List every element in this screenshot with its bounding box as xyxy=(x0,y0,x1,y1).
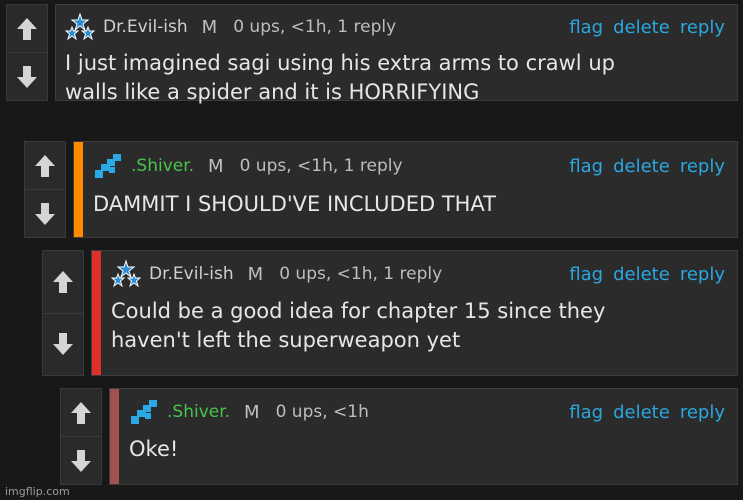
delete-link[interactable]: delete xyxy=(613,402,670,423)
vote-box xyxy=(60,388,102,485)
downvote-button[interactable] xyxy=(25,190,65,237)
comment-card: .Shiver. M 0 ups, <1h, 1 reply flag dele… xyxy=(73,141,738,238)
comment-content: .Shiver. M 0 ups, <1h flag delete reply … xyxy=(119,389,737,484)
arrow-up-icon xyxy=(35,154,55,177)
comment-text: Oke! xyxy=(129,435,725,464)
arrow-up-icon xyxy=(53,270,73,293)
delete-link[interactable]: delete xyxy=(613,17,670,38)
avatar-stars-icon xyxy=(111,259,141,288)
user-rank: M xyxy=(244,401,260,423)
comment-text-line: DAMMIT I SHOULD'VE INCLUDED THAT xyxy=(93,192,496,216)
flag-link[interactable]: flag xyxy=(569,264,603,285)
comment-text: I just imagined sagi using his extra arm… xyxy=(65,49,725,107)
comment-3: Dr.Evil-ish M 0 ups, <1h, 1 reply flag d… xyxy=(42,250,738,376)
comment-meta: Dr.Evil-ish M 0 ups, <1h, 1 reply flag d… xyxy=(65,5,725,49)
comment-card: Dr.Evil-ish M 0 ups, <1h, 1 reply flag d… xyxy=(55,4,738,104)
upvote-button[interactable] xyxy=(25,142,65,190)
comment-actions: flag delete reply xyxy=(569,402,725,423)
comment-1: Dr.Evil-ish M 0 ups, <1h, 1 reply flag d… xyxy=(6,4,738,104)
arrow-down-icon xyxy=(53,333,73,356)
reply-depth-stripe xyxy=(74,142,83,237)
comment-meta: .Shiver. M 0 ups, <1h flag delete reply xyxy=(129,389,725,435)
comment-text: Could be a good idea for chapter 15 sinc… xyxy=(111,297,725,355)
reply-link[interactable]: reply xyxy=(680,156,725,177)
user-rank: M xyxy=(208,155,224,177)
avatar-pixel-icon xyxy=(129,399,159,425)
upvote-button[interactable] xyxy=(7,5,47,53)
arrow-up-icon xyxy=(71,401,91,424)
downvote-button[interactable] xyxy=(43,314,83,376)
reply-depth-stripe xyxy=(92,251,101,375)
comment-content: Dr.Evil-ish M 0 ups, <1h, 1 reply flag d… xyxy=(101,251,737,375)
reply-depth-stripe xyxy=(110,389,119,484)
username[interactable]: Dr.Evil-ish xyxy=(103,17,188,37)
flag-link[interactable]: flag xyxy=(569,156,603,177)
downvote-button[interactable] xyxy=(7,53,47,100)
comment-actions: flag delete reply xyxy=(569,264,725,285)
vote-box xyxy=(42,250,84,376)
delete-link[interactable]: delete xyxy=(613,264,670,285)
comment-text-line: walls like a spider and it is HORRIFYING xyxy=(65,80,480,104)
upvote-button[interactable] xyxy=(43,251,83,314)
comment-content: Dr.Evil-ish M 0 ups, <1h, 1 reply flag d… xyxy=(56,5,737,104)
username[interactable]: .Shiver. xyxy=(167,402,230,422)
comment-text-line: I just imagined sagi using his extra arm… xyxy=(65,51,615,75)
delete-link[interactable]: delete xyxy=(613,156,670,177)
avatar-stars-icon xyxy=(65,12,95,41)
comment-4: .Shiver. M 0 ups, <1h flag delete reply … xyxy=(60,388,738,485)
comment-meta: .Shiver. M 0 ups, <1h, 1 reply flag dele… xyxy=(93,142,725,190)
comment-card: .Shiver. M 0 ups, <1h flag delete reply … xyxy=(109,388,738,485)
comment-stats: 0 ups, <1h, 1 reply xyxy=(279,264,443,284)
reply-link[interactable]: reply xyxy=(680,402,725,423)
comment-card: Dr.Evil-ish M 0 ups, <1h, 1 reply flag d… xyxy=(91,250,738,376)
comment-text-line: haven't left the superweapon yet xyxy=(111,328,461,352)
watermark: imgflip.com xyxy=(5,485,70,498)
comment-meta: Dr.Evil-ish M 0 ups, <1h, 1 reply flag d… xyxy=(111,251,725,297)
flag-link[interactable]: flag xyxy=(569,402,603,423)
vote-box xyxy=(24,141,66,238)
comment-2: .Shiver. M 0 ups, <1h, 1 reply flag dele… xyxy=(24,141,738,238)
comment-actions: flag delete reply xyxy=(569,17,725,38)
downvote-button[interactable] xyxy=(61,437,101,484)
username[interactable]: .Shiver. xyxy=(131,156,194,176)
comment-text-line: Could be a good idea for chapter 15 sinc… xyxy=(111,299,606,323)
user-rank: M xyxy=(247,263,264,285)
user-rank: M xyxy=(201,16,218,38)
comment-stats: 0 ups, <1h xyxy=(275,402,369,422)
comment-actions: flag delete reply xyxy=(569,156,725,177)
arrow-down-icon xyxy=(35,202,55,225)
comment-content: .Shiver. M 0 ups, <1h, 1 reply flag dele… xyxy=(83,142,737,237)
arrow-up-icon xyxy=(17,17,37,40)
reply-link[interactable]: reply xyxy=(680,17,725,38)
avatar-pixel-icon xyxy=(93,153,123,179)
comment-stats: 0 ups, <1h, 1 reply xyxy=(233,17,397,37)
upvote-button[interactable] xyxy=(61,389,101,437)
comment-text: DAMMIT I SHOULD'VE INCLUDED THAT xyxy=(93,190,725,219)
arrow-down-icon xyxy=(17,65,37,88)
flag-link[interactable]: flag xyxy=(569,17,603,38)
reply-link[interactable]: reply xyxy=(680,264,725,285)
vote-box xyxy=(6,4,48,101)
comment-text-line: Oke! xyxy=(129,437,179,461)
comment-stats: 0 ups, <1h, 1 reply xyxy=(239,156,403,176)
username[interactable]: Dr.Evil-ish xyxy=(149,264,234,284)
arrow-down-icon xyxy=(71,449,91,472)
